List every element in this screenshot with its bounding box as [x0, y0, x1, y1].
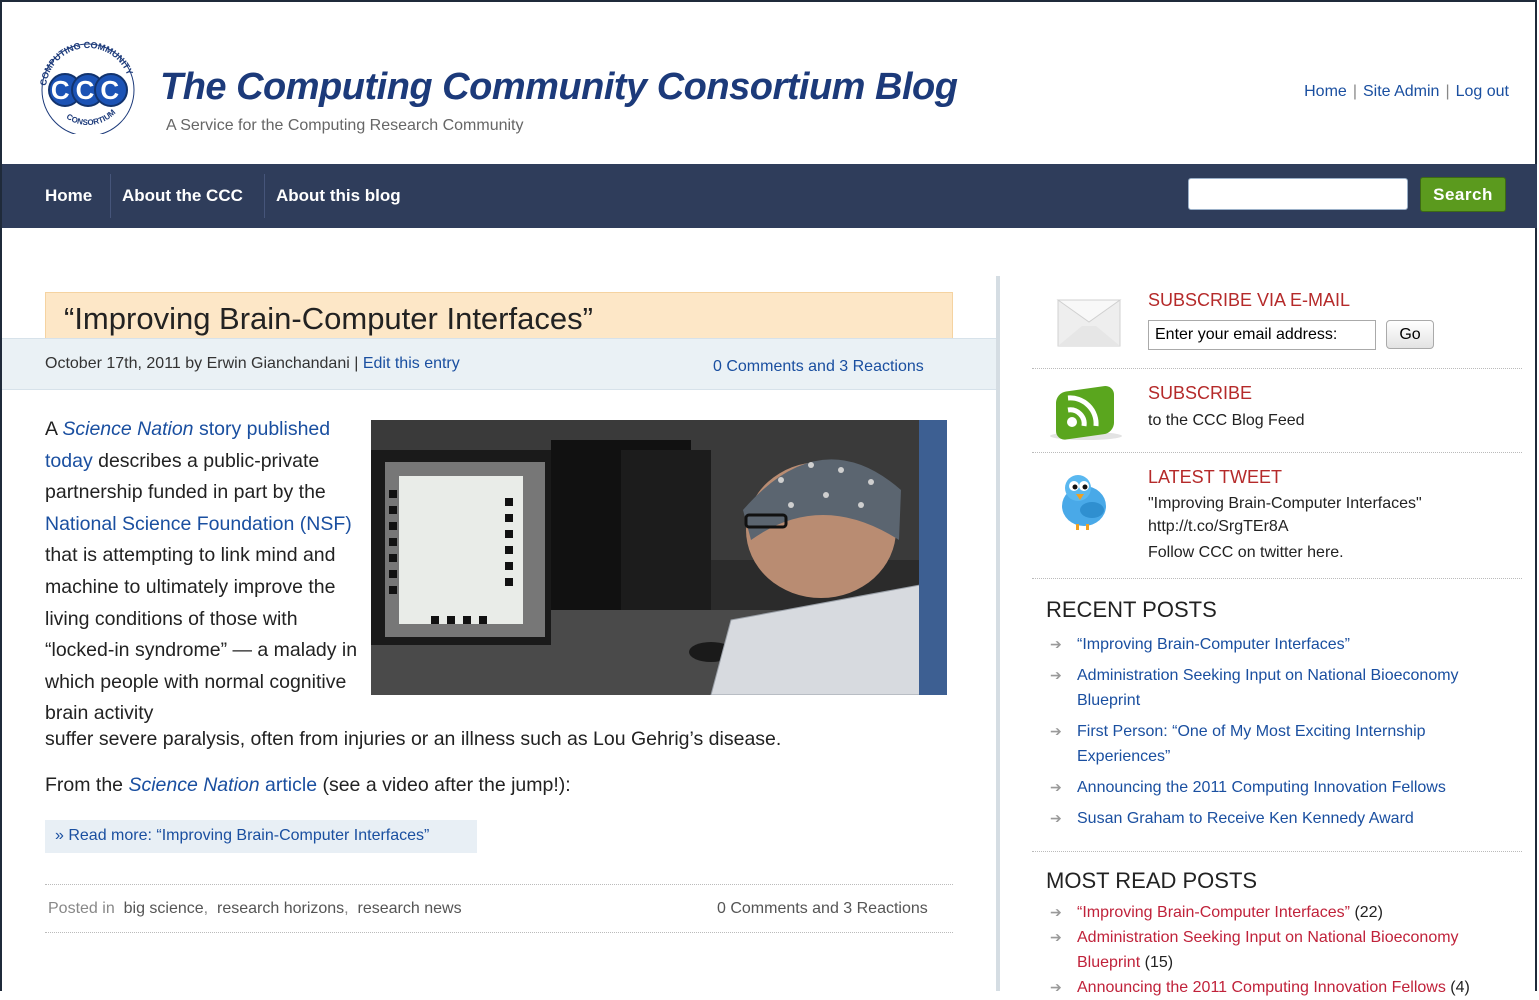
follow-twitter-link[interactable]: Follow CCC on twitter here.: [1148, 544, 1344, 562]
divider: [1032, 368, 1522, 369]
tweet-text: "Improving Brain-Computer Interfaces": [1148, 495, 1422, 512]
post-byline: October 17th, 2011 by Erwin Gianchandani…: [45, 355, 460, 373]
read-count: (22): [1354, 904, 1383, 921]
top-link-site-admin[interactable]: Site Admin: [1363, 83, 1439, 100]
body-text-continued: suffer severe paralysis, often from inju…: [45, 728, 782, 750]
arrow-icon: ➔: [1050, 810, 1062, 826]
nav-home[interactable]: Home: [45, 186, 92, 206]
category-link[interactable]: research news: [358, 900, 462, 917]
nav-about-ccc[interactable]: About the CCC: [122, 186, 243, 206]
nav-divider: [110, 174, 111, 218]
arrow-icon: ➔: [1050, 929, 1062, 945]
most-read-heading: MOST READ POSTS: [1046, 868, 1258, 893]
comments-link[interactable]: 0 Comments and 3 Reactions: [713, 358, 924, 376]
subscribe-heading: SUBSCRIBE: [1148, 383, 1253, 403]
divider: [45, 932, 953, 933]
search-input[interactable]: [1188, 178, 1408, 210]
post-categories: Posted in big science, research horizons…: [48, 900, 462, 917]
recent-post-link[interactable]: “Improving Brain-Computer Interfaces”: [1077, 636, 1350, 653]
divider: [1032, 452, 1522, 453]
list-item[interactable]: ➔ First Person: “One of My Most Exciting …: [1050, 719, 1520, 769]
nav-divider: [264, 174, 265, 218]
arrow-icon: ➔: [1050, 779, 1062, 795]
site-title[interactable]: The Computing Community Consortium Blog: [160, 66, 958, 109]
list-item[interactable]: ➔ Announcing the 2011 Computing Innovatio…: [1050, 975, 1520, 1000]
tweet-link[interactable]: http://t.co/SrgTEr8A: [1148, 518, 1289, 536]
ccc-logo[interactable]: COMPUTING COMMUNITY CONSORTIUM CCC: [34, 38, 142, 134]
most-read-list: ➔ “Improving Brain-Computer Interfaces” (…: [1050, 900, 1520, 1000]
body-text: A: [45, 418, 63, 440]
most-read-link[interactable]: Announcing the 2011 Computing Innovation…: [1077, 979, 1446, 996]
most-read-link[interactable]: “Improving Brain-Computer Interfaces”: [1077, 904, 1350, 921]
post-date-author: October 17th, 2011 by Erwin Gianchandani…: [45, 355, 363, 372]
divider: [1032, 851, 1522, 852]
top-link-log-out[interactable]: Log out: [1456, 83, 1509, 100]
edit-entry-link[interactable]: Edit this entry: [363, 355, 460, 372]
site-tagline: A Service for the Computing Research Com…: [166, 117, 524, 134]
subscribe-email-heading: SUBSCRIBE VIA E-MAIL: [1148, 290, 1351, 310]
recent-posts-heading: RECENT POSTS: [1046, 597, 1217, 622]
category-link[interactable]: research horizons: [217, 900, 344, 917]
arrow-icon: ➔: [1050, 636, 1062, 652]
envelope-icon: [1056, 299, 1122, 347]
list-item[interactable]: ➔ “Improving Brain-Computer Interfaces”: [1050, 632, 1520, 657]
list-item[interactable]: ➔ Announcing the 2011 Computing Innovatio…: [1050, 775, 1520, 800]
post-title-box: “Improving Brain-Computer Interfaces”: [45, 292, 953, 338]
post-title[interactable]: “Improving Brain-Computer Interfaces”: [64, 301, 593, 337]
arrow-icon: ➔: [1050, 904, 1062, 920]
arrow-icon: ➔: [1050, 979, 1062, 995]
recent-post-link[interactable]: Announcing the 2011 Computing Innovation…: [1077, 779, 1446, 796]
body-text: that is attempting to link mind and mach…: [45, 544, 358, 725]
recent-post-link[interactable]: Administration Seeking Input on National…: [1077, 667, 1459, 709]
email-field[interactable]: [1148, 320, 1376, 350]
separator: |: [1445, 83, 1450, 100]
arrow-icon: ➔: [1050, 723, 1062, 739]
science-nation-article-link[interactable]: Science Nation article: [128, 774, 317, 796]
recent-post-link[interactable]: First Person: “One of My Most Exciting I…: [1077, 723, 1426, 765]
column-divider: [996, 276, 1000, 991]
body-paragraph-2: From the Science Nation article (see a v…: [45, 774, 571, 796]
recent-posts-list: ➔ “Improving Brain-Computer Interfaces” ➔…: [1050, 632, 1520, 837]
recent-post-link[interactable]: Susan Graham to Receive Ken Kennedy Awar…: [1077, 810, 1414, 827]
nav-about-blog[interactable]: About this blog: [276, 186, 401, 206]
rss-feed-icon[interactable]: [1048, 382, 1124, 440]
post-meta: October 17th, 2011 by Erwin Gianchandani…: [2, 338, 998, 390]
search-button[interactable]: Search: [1420, 177, 1506, 212]
list-item[interactable]: ➔ Susan Graham to Receive Ken Kennedy Awa…: [1050, 806, 1520, 831]
arrow-icon: ➔: [1050, 667, 1062, 683]
post-body: A Science Nation story published today d…: [45, 414, 365, 730]
most-read-link[interactable]: Administration Seeking Input on National…: [1077, 929, 1459, 971]
logo-text: CCC: [51, 75, 125, 105]
category-link[interactable]: big science: [124, 900, 204, 917]
go-button[interactable]: Go: [1386, 320, 1434, 349]
blog-feed-link[interactable]: to the CCC Blog Feed: [1148, 412, 1305, 430]
read-count: (4): [1450, 979, 1470, 996]
divider: [1032, 578, 1522, 579]
latest-tweet-heading: LATEST TWEET: [1148, 467, 1283, 487]
twitter-bird-icon: [1062, 475, 1106, 530]
list-item[interactable]: ➔ “Improving Brain-Computer Interfaces” (…: [1050, 900, 1520, 925]
read-count: (15): [1144, 954, 1174, 971]
list-item[interactable]: ➔ Administration Seeking Input on Nationa…: [1050, 663, 1520, 713]
top-links: Home | Site Admin | Log out: [1304, 83, 1509, 101]
footer-comments-link[interactable]: 0 Comments and 3 Reactions: [717, 900, 928, 918]
posted-in-label: Posted in: [48, 900, 115, 917]
post-photo[interactable]: [371, 420, 947, 695]
list-item[interactable]: ➔ Administration Seeking Input on Nationa…: [1050, 925, 1520, 975]
divider: [45, 884, 953, 885]
top-link-home[interactable]: Home: [1304, 83, 1347, 100]
read-more-link[interactable]: » Read more: “Improving Brain-Computer I…: [45, 820, 477, 853]
nsf-link[interactable]: National Science Foundation (NSF): [45, 513, 352, 535]
separator: |: [1352, 83, 1357, 100]
